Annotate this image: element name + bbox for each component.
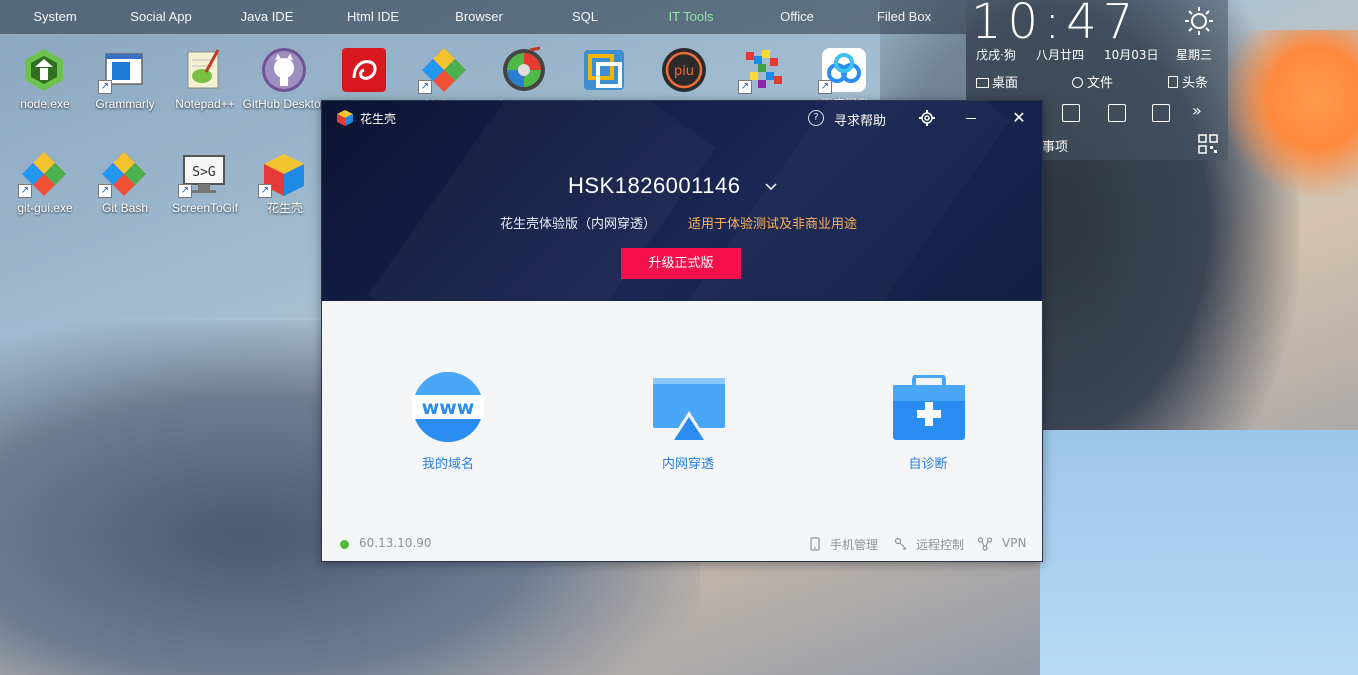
clock-link-label: 桌面	[992, 76, 1019, 91]
desktop-icon-github[interactable]: GitHub Desktop	[242, 40, 327, 130]
wallpaper-light	[1040, 430, 1358, 675]
tab-filed-box[interactable]: Filed Box	[862, 0, 946, 34]
sun-icon	[1185, 7, 1213, 35]
edit-icon[interactable]	[1062, 104, 1080, 122]
icon-label: Git Bash	[101, 201, 149, 215]
edition-note: 适用于体验测试及非商业用途	[688, 217, 858, 232]
chevron-down-icon[interactable]	[764, 180, 778, 194]
mobile-management-link[interactable]: 手机管理	[830, 536, 878, 553]
icon-label: git-gui.exe	[17, 201, 73, 215]
tab-java-ide[interactable]: Java IDE	[226, 0, 308, 34]
vpn-link[interactable]: VPN	[1002, 536, 1026, 550]
clock-link-files[interactable]: 文件	[1072, 72, 1113, 91]
svg-text:piu: piu	[674, 64, 694, 79]
clock-lunar-year: 戊戌·狗	[976, 48, 1016, 62]
clock-side-text: 事项	[1042, 140, 1069, 155]
shortcut-arrow-icon: ↗	[738, 80, 752, 94]
desktop-icon-notepadpp[interactable]: Notepad++	[162, 40, 242, 130]
tab-sql[interactable]: SQL	[544, 0, 626, 34]
online-status-dot	[340, 540, 349, 549]
www-globe-icon: www	[412, 372, 484, 442]
clock-lunar-date: 八月廿四	[1036, 48, 1085, 62]
svg-text:S>G: S>G	[192, 165, 216, 180]
window-title: 花生壳	[360, 112, 397, 126]
remote-control-icon	[894, 537, 907, 550]
notepadpp-icon	[187, 49, 220, 89]
shortcut-arrow-icon: ↗	[98, 80, 112, 94]
colors-icon	[503, 46, 545, 91]
shortcut-arrow-icon: ↗	[418, 80, 432, 94]
icon-label: ScreenToGif	[171, 201, 239, 215]
clock-link-desktop[interactable]: 桌面	[976, 72, 1018, 91]
icon-label: Grammarly	[95, 97, 155, 111]
icon-label: node.exe	[20, 97, 70, 111]
first-aid-kit-icon	[893, 375, 965, 440]
oray-window: 花生壳 ? 寻求帮助 ✕ HSK1826001146 花生壳体验版（内网穿透） …	[321, 100, 1043, 562]
group-tabbar: System Social App Java IDE Html IDE Brow…	[0, 0, 966, 34]
shortcut-arrow-icon: ↗	[258, 184, 272, 198]
clock-time: 10:47	[971, 0, 1140, 50]
piu-icon: piu	[662, 48, 706, 92]
search-icon	[1072, 77, 1083, 88]
feature-label: 内网穿透	[661, 457, 714, 472]
edition-text: 花生壳体验版（内网穿透）	[500, 217, 657, 232]
status-bar: 60.13.10.90 手机管理 远程控制 VPN	[322, 525, 1042, 561]
oray-logo-icon	[337, 110, 353, 126]
phone-icon	[810, 537, 820, 551]
feature-label: 我的域名	[421, 457, 474, 472]
clock-link-headlines[interactable]: 头条	[1168, 72, 1208, 91]
help-icon: ?	[808, 110, 824, 126]
desktop-icon-oray[interactable]: ↗ 花生壳	[242, 144, 322, 234]
public-ip: 60.13.10.90	[359, 536, 432, 550]
icon-label: Notepad++	[175, 97, 235, 111]
github-icon	[262, 48, 306, 92]
desktop-icon-grammarly[interactable]: ↗ Grammarly	[82, 40, 162, 130]
title-bar[interactable]: 花生壳 ? 寻求帮助 ✕	[322, 101, 1042, 135]
tab-html-ide[interactable]: Html IDE	[332, 0, 414, 34]
feature-label: 自诊断	[908, 457, 948, 472]
clock-link-label: 文件	[1087, 76, 1114, 91]
nodejs-icon	[25, 49, 63, 91]
desktop-icon-node[interactable]: node.exe	[2, 40, 82, 130]
clock-link-label: 头条	[1182, 76, 1209, 91]
tab-social-app[interactable]: Social App	[118, 0, 204, 34]
vpn-icon	[978, 537, 992, 551]
minimize-button[interactable]	[962, 109, 980, 127]
tab-office[interactable]: Office	[756, 0, 838, 34]
vmware-icon	[584, 50, 624, 90]
gear-icon[interactable]	[918, 109, 936, 127]
document-icon	[1168, 76, 1178, 88]
desktop-icon-git-bash-2[interactable]: ↗ Git Bash	[82, 144, 162, 234]
tab-browser[interactable]: Browser	[438, 0, 520, 34]
calendar-icon[interactable]	[1108, 104, 1126, 122]
shortcut-arrow-icon: ↗	[18, 184, 32, 198]
svg-text:www: www	[422, 397, 475, 419]
shortcut-arrow-icon: ↗	[98, 184, 112, 198]
close-button[interactable]: ✕	[1008, 107, 1030, 129]
more-icon[interactable]: »	[1192, 101, 1202, 120]
adobe-icon	[342, 48, 386, 92]
screen-cast-icon	[653, 378, 725, 441]
qr-code-icon[interactable]	[1198, 134, 1218, 154]
account-id[interactable]: HSK1826001146	[568, 173, 740, 199]
desktop-icon-screentogif[interactable]: S>G ↗ ScreenToGif	[162, 144, 242, 234]
help-label: 寻求帮助	[834, 114, 887, 129]
desktop-icon-git-gui[interactable]: ↗ git-gui.exe	[2, 144, 82, 234]
shortcut-arrow-icon: ↗	[178, 184, 192, 198]
window-header: 花生壳 ? 寻求帮助 ✕ HSK1826001146 花生壳体验版（内网穿透） …	[322, 101, 1042, 301]
tab-system[interactable]: System	[14, 0, 96, 34]
upgrade-button[interactable]: 升级正式版	[621, 248, 741, 279]
remote-control-link[interactable]: 远程控制	[916, 536, 964, 553]
monitor-icon	[976, 78, 989, 88]
icon-label: 花生壳	[266, 201, 303, 215]
wallpaper-flare	[1220, 30, 1358, 200]
icon-label: GitHub Desktop	[242, 97, 328, 111]
shortcut-arrow-icon: ↗	[818, 80, 832, 94]
clock-date: 10月03日	[1104, 48, 1159, 62]
image-icon[interactable]	[1152, 104, 1170, 122]
tab-it-tools[interactable]: IT Tools	[650, 0, 732, 34]
clock-weekday: 星期三	[1176, 48, 1213, 62]
